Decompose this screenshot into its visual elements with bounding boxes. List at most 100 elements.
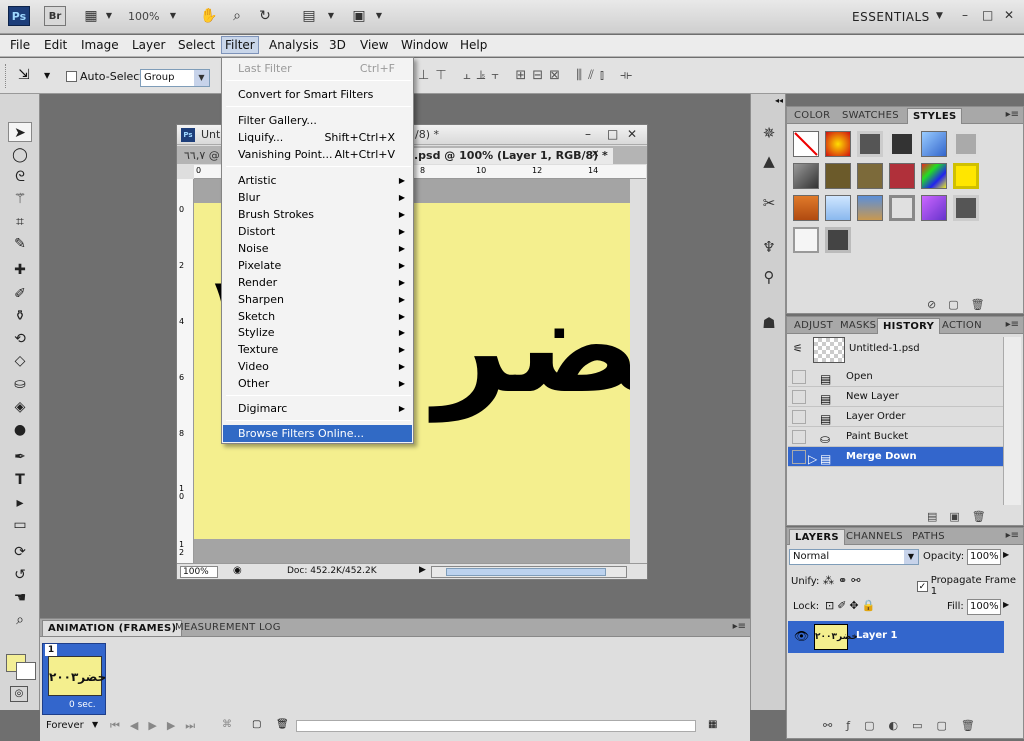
panel-menu-icon[interactable]: ▸≡ [1006, 530, 1019, 541]
tab-document-active[interactable]: .psd @ 100% (Layer 1, RGB/8) * [409, 148, 613, 164]
eye-visibility-icon[interactable]: 👁 [794, 629, 809, 643]
hand-tool-icon[interactable]: ☚ [8, 588, 32, 608]
chevron-down-icon[interactable]: ▼ [904, 550, 918, 564]
screen-mode-dropdown-icon[interactable]: ▼ [370, 8, 388, 24]
eraser-tool-icon[interactable]: ◇ [8, 351, 32, 371]
histogram-icon[interactable]: ▲ [758, 150, 780, 172]
lock-icons[interactable]: ⊡✐✥🔒 [825, 599, 878, 612]
style-swatch[interactable] [953, 131, 979, 157]
history-brush-source-icon[interactable]: ⚟ [793, 342, 803, 355]
layer-name[interactable]: Layer 1 [856, 630, 897, 641]
tab-animation-frames[interactable]: ANIMATION (FRAMES) [42, 620, 183, 636]
path-selection-icon[interactable]: ▸ [8, 493, 32, 513]
options-bar-grip[interactable] [5, 64, 9, 88]
style-swatch[interactable] [793, 227, 819, 253]
auto-select-dropdown[interactable]: Group ▼ [140, 69, 210, 87]
style-swatch[interactable] [921, 163, 947, 189]
tab-layers[interactable]: LAYERS [789, 529, 845, 545]
brushes-icon[interactable]: ♆ [758, 236, 780, 258]
style-swatch[interactable] [889, 131, 915, 157]
healing-brush-icon[interactable]: ✚ [8, 260, 32, 280]
tab-paths[interactable]: PATHS [907, 529, 950, 545]
menu-last-filter[interactable]: Last Filter Ctrl+F [223, 60, 412, 77]
menu-3d[interactable]: 3D [326, 38, 349, 52]
menu-file[interactable]: File [7, 38, 33, 52]
menu-noise[interactable]: Noise ▶ [223, 240, 412, 257]
workspace-switcher[interactable]: ESSENTIALS [852, 10, 930, 24]
tool-presets-icon[interactable]: ✂ [758, 192, 780, 214]
restore-icon[interactable]: □ [982, 8, 993, 22]
move-tool-icon[interactable]: ➤ [8, 122, 32, 142]
history-checkbox[interactable] [792, 430, 806, 444]
tab-adjustments[interactable]: ADJUST [789, 318, 838, 334]
menu-analysis[interactable]: Analysis [266, 38, 321, 52]
type-tool-icon[interactable]: T [8, 470, 32, 490]
style-swatch[interactable] [793, 163, 819, 189]
view-extras-icon[interactable]: ▦ [82, 8, 100, 24]
zoom-tool-icon[interactable]: ⌕ [228, 8, 246, 24]
blur-tool-icon[interactable]: ◈ [8, 397, 32, 417]
style-none[interactable] [793, 131, 819, 157]
menu-window[interactable]: Window [398, 38, 451, 52]
menu-other[interactable]: Other ▶ [223, 375, 412, 392]
brush-tool-icon[interactable]: ✐ [8, 284, 32, 304]
history-checkbox[interactable] [792, 370, 806, 384]
dodge-tool-icon[interactable]: ● [8, 420, 32, 440]
menu-edit[interactable]: Edit [41, 38, 70, 52]
doc-zoom-field[interactable]: 100% [180, 566, 218, 578]
menu-render[interactable]: Render ▶ [223, 274, 412, 291]
history-item-open[interactable]: ▤ Open [788, 367, 1004, 387]
history-brush-icon[interactable]: ⟲ [8, 329, 32, 349]
arrange-documents-icon[interactable]: ▤ [300, 8, 318, 24]
duplicate-frame-icon[interactable]: ▢ [252, 719, 261, 730]
tab-close-icon[interactable]: ✕ [591, 149, 599, 160]
styles-panel-actions[interactable]: ⊘▢🗑 [927, 298, 997, 311]
style-swatch[interactable] [857, 131, 883, 157]
navigator-icon[interactable]: ✵ [758, 122, 780, 144]
style-swatch[interactable] [825, 131, 851, 157]
eyedropper-icon[interactable]: ✎ [8, 234, 32, 254]
background-color-swatch[interactable] [16, 662, 36, 680]
tab-measurement-log[interactable]: MEASUREMENT LOG [170, 620, 286, 636]
3d-rotate-icon[interactable]: ⟳ [8, 542, 32, 562]
style-swatch[interactable] [857, 163, 883, 189]
menu-select[interactable]: Select [175, 38, 218, 52]
playback-controls[interactable]: ⏮◀▶▶⏭ [110, 719, 205, 733]
delete-frame-icon[interactable]: 🗑 [276, 719, 289, 730]
3d-orbit-icon[interactable]: ↺ [8, 565, 32, 585]
unify-icons[interactable]: ⁂⚭⚯ [823, 574, 864, 587]
menu-view[interactable]: View [357, 38, 391, 52]
menu-vanishing-point[interactable]: Vanishing Point... Alt+Ctrl+V [223, 146, 412, 163]
panel-menu-icon[interactable]: ▸≡ [1006, 319, 1019, 330]
arrange-dropdown-icon[interactable]: ▼ [322, 8, 340, 24]
auto-select-checkbox[interactable] [66, 71, 77, 82]
tab-color[interactable]: COLOR [789, 108, 835, 124]
marquee-tool-icon[interactable]: ◯ [8, 145, 32, 165]
fill-slider-arrow-icon[interactable]: ▶ [1003, 600, 1009, 609]
layers-panel-actions[interactable]: ⚯ƒ▢◐▭▢🗑 [823, 719, 989, 732]
menu-convert-smart-filters[interactable]: Convert for Smart Filters [223, 86, 412, 103]
notes-icon[interactable]: ☗ [758, 312, 780, 334]
doc-maximize-icon[interactable]: □ [607, 127, 618, 141]
style-swatch[interactable] [857, 195, 883, 221]
menu-brush-strokes[interactable]: Brush Strokes ▶ [223, 206, 412, 223]
history-panel-actions[interactable]: ▤▣🗑 [927, 510, 998, 523]
panel-menu-icon[interactable]: ▸≡ [733, 621, 746, 632]
tool-preset-dropdown-icon[interactable]: ▼ [44, 71, 50, 80]
tab-document-other[interactable]: ٦٦,٧ @ [179, 148, 225, 164]
quick-mask-icon[interactable]: ◎ [10, 686, 28, 702]
menu-blur[interactable]: Blur ▶ [223, 189, 412, 206]
clone-source-icon[interactable]: ⚲ [758, 266, 780, 288]
menu-filter-gallery[interactable]: Filter Gallery... [223, 112, 412, 129]
frames-scrollbar[interactable] [296, 720, 696, 732]
menu-filter[interactable]: Filter [221, 36, 259, 54]
chevron-down-icon[interactable]: ▼ [100, 8, 118, 24]
snapshot-thumbnail[interactable] [813, 337, 845, 363]
tab-history[interactable]: HISTORY [877, 318, 941, 334]
style-swatch[interactable] [825, 163, 851, 189]
rotate-view-icon[interactable]: ↻ [256, 8, 274, 24]
close-icon[interactable]: ✕ [1004, 8, 1014, 22]
style-swatch[interactable] [953, 195, 979, 221]
tab-styles[interactable]: STYLES [907, 108, 963, 124]
menu-artistic[interactable]: Artistic ▶ [223, 172, 412, 189]
